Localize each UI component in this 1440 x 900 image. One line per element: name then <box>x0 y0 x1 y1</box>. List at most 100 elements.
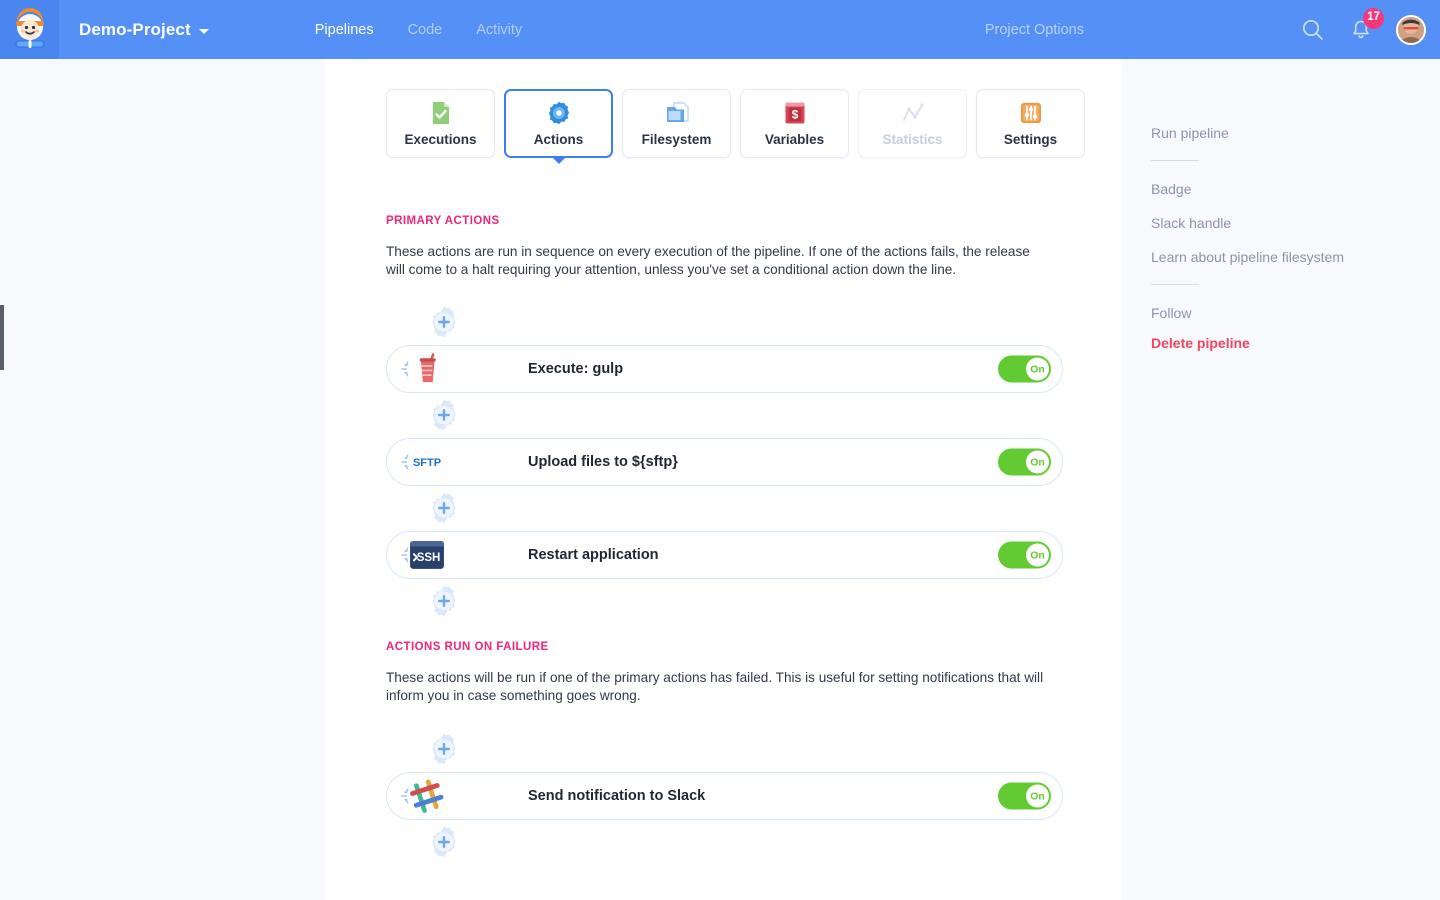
search-icon <box>1302 19 1323 40</box>
delete-pipeline-link[interactable]: Delete pipeline <box>1151 335 1440 351</box>
primary-actions-list: Execute: gulp On SFTP Upload files to ${… <box>325 305 1122 618</box>
section-description: These actions will be run if one of the … <box>386 670 1044 703</box>
plus-gear-icon <box>432 733 456 765</box>
slack-handle-link[interactable]: Slack handle <box>1151 215 1440 231</box>
action-row[interactable]: SFTP Upload files to ${sftp} On <box>386 438 1063 486</box>
toggle-knob-label: On <box>1026 784 1049 808</box>
primary-nav: Pipelines Code Activity <box>315 22 522 38</box>
action-title: Execute: gulp <box>528 361 624 377</box>
project-name-label: Demo-Project <box>79 19 191 39</box>
app-logo-button[interactable] <box>0 0 59 59</box>
action-icon: SFTP <box>407 442 447 482</box>
folder-files-icon <box>666 102 689 122</box>
topbar-right-cluster: Project Options 17 <box>985 7 1440 45</box>
nav-item-code[interactable]: Code <box>408 22 443 38</box>
left-gutter <box>0 59 325 900</box>
tab-label: Statistics <box>882 132 943 147</box>
follow-link[interactable]: Follow <box>1151 305 1440 321</box>
gulp-icon <box>419 353 436 383</box>
add-action-button[interactable] <box>427 491 461 525</box>
tab-variables[interactable]: $ Variables <box>740 89 849 158</box>
chevron-down-icon <box>198 28 209 34</box>
run-pipeline-link[interactable]: Run pipeline <box>1151 125 1440 141</box>
action-title: Upload files to ${sftp} <box>528 454 678 470</box>
page-scrollbar[interactable] <box>0 305 4 370</box>
rail-divider <box>1151 160 1199 161</box>
sliders-icon <box>1020 103 1041 123</box>
tab-executions[interactable]: Executions <box>386 89 495 158</box>
nav-item-pipelines[interactable]: Pipelines <box>315 22 374 38</box>
document-check-icon <box>432 102 449 124</box>
rail-divider <box>1151 284 1199 285</box>
toggle-knob-label: On <box>1026 357 1049 381</box>
primary-actions-section: PRIMARY ACTIONS These actions are run in… <box>325 215 1122 279</box>
add-action-button[interactable] <box>427 305 461 339</box>
add-action-button[interactable] <box>427 584 461 618</box>
tab-label: Filesystem <box>641 132 712 147</box>
plus-gear-icon <box>432 826 456 858</box>
action-icon <box>407 349 447 389</box>
action-row[interactable]: Send notification to Slack On <box>386 772 1063 820</box>
action-row[interactable]: Execute: gulp On <box>386 345 1063 393</box>
notifications-button[interactable]: 17 <box>1348 7 1384 43</box>
tab-settings[interactable]: Settings <box>976 89 1085 158</box>
project-switcher[interactable]: Demo-Project <box>79 20 209 40</box>
line-chart-icon <box>902 103 924 121</box>
pipeline-tabs: Executions Actions Filesystem $ Variable… <box>325 59 1122 164</box>
section-heading: PRIMARY ACTIONS <box>386 215 500 227</box>
tab-label: Actions <box>533 132 584 147</box>
action-row[interactable]: SSH Restart application On <box>386 531 1063 579</box>
toggle-knob-label: On <box>1026 450 1049 474</box>
main-content-panel: Executions Actions Filesystem $ Variable… <box>325 59 1122 900</box>
failure-actions-section: ACTIONS RUN ON FAILURE These actions wil… <box>325 641 1122 705</box>
action-toggle[interactable]: On <box>998 448 1051 476</box>
slack-icon <box>410 779 444 813</box>
tab-label: Executions <box>404 132 477 147</box>
action-icon-badge: SFTP <box>399 434 455 490</box>
tab-statistics[interactable]: Statistics <box>858 89 967 158</box>
section-heading: ACTIONS RUN ON FAILURE <box>386 641 549 653</box>
sftp-icon: SFTP <box>413 457 441 469</box>
action-toggle[interactable]: On <box>998 541 1051 569</box>
ssh-icon: SSH <box>410 541 444 569</box>
plus-gear-icon <box>432 492 456 524</box>
action-title: Send notification to Slack <box>528 788 706 804</box>
search-button[interactable] <box>1300 17 1326 43</box>
project-options-link[interactable]: Project Options <box>985 22 1084 38</box>
plus-gear-icon <box>432 306 456 338</box>
gear-icon <box>548 101 569 125</box>
plus-gear-icon <box>432 585 456 617</box>
notification-count-badge: 17 <box>1363 7 1384 29</box>
section-description: These actions are run in sequence on eve… <box>386 244 1030 277</box>
failure-actions-list: Send notification to Slack On <box>325 732 1122 859</box>
page-body: Executions Actions Filesystem $ Variable… <box>0 59 1440 900</box>
action-toggle[interactable]: On <box>998 782 1051 810</box>
avatar[interactable] <box>1396 14 1426 45</box>
action-icon-badge <box>399 768 455 824</box>
action-icon: SSH <box>407 535 447 575</box>
add-action-button[interactable] <box>427 398 461 432</box>
dollar-book-icon: $ <box>785 102 804 124</box>
tab-label: Variables <box>764 132 825 147</box>
action-toggle[interactable]: On <box>998 355 1051 383</box>
plus-gear-icon <box>432 399 456 431</box>
add-action-button[interactable] <box>427 825 461 859</box>
tab-label: Settings <box>1003 132 1058 147</box>
toggle-knob-label: On <box>1026 543 1049 567</box>
action-icon <box>407 776 447 816</box>
add-action-button[interactable] <box>427 732 461 766</box>
learn-filesystem-link[interactable]: Learn about pipeline filesystem <box>1151 249 1440 265</box>
action-title: Restart application <box>528 547 659 563</box>
tab-filesystem[interactable]: Filesystem <box>622 89 731 158</box>
badge-link[interactable]: Badge <box>1151 181 1440 197</box>
tab-actions[interactable]: Actions <box>504 89 613 164</box>
buddy-mascot-logo <box>7 7 52 52</box>
svg-text:SFTP: SFTP <box>413 457 441 469</box>
action-icon-badge: SSH <box>399 527 455 583</box>
user-avatar-image <box>1398 16 1424 43</box>
right-sidebar: Run pipeline Badge Slack handle Learn ab… <box>1122 59 1440 900</box>
nav-item-activity[interactable]: Activity <box>476 22 522 38</box>
top-navigation-bar: Demo-Project Pipelines Code Activity Pro… <box>0 0 1440 59</box>
svg-text:$: $ <box>791 108 798 122</box>
action-icon-badge <box>399 341 455 397</box>
